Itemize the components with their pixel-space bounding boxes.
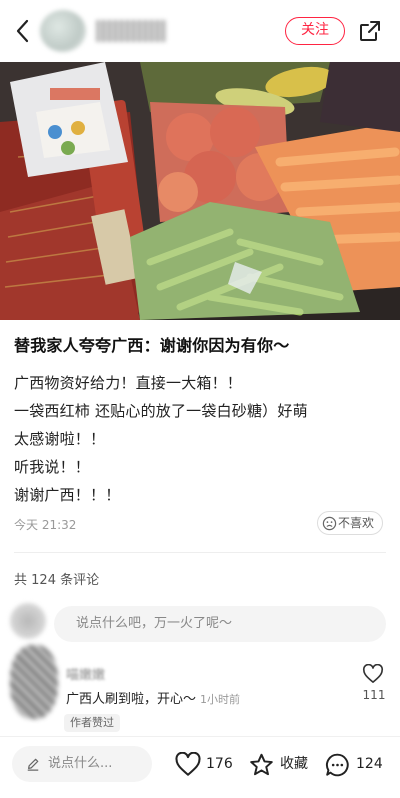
post-body-line: 广西物资好给力！直接一大箱！！ (14, 374, 243, 392)
comments-button[interactable]: 124 (324, 751, 388, 777)
collect-button[interactable]: 收藏 (248, 751, 312, 777)
post-title: 替我家人夸夸广西：谢谢你因为有你～ (14, 336, 290, 355)
heart-icon (175, 752, 201, 776)
commenter-name[interactable]: 喵嫩嫩 (66, 664, 105, 683)
pencil-icon (27, 758, 39, 771)
my-avatar (10, 603, 46, 639)
dislike-button[interactable]: 不喜欢 (317, 511, 383, 535)
comment-like-count: 111 (362, 688, 386, 702)
follow-button[interactable]: 关注 (285, 17, 345, 45)
post-time: 今天 21:32 (14, 518, 77, 532)
frown-face-icon (322, 516, 337, 531)
comment-count-prefix: 共 (14, 573, 28, 588)
post-body-line: 听我说！！ (14, 458, 91, 476)
bottom-action-bar: 说点什么... 176 收藏 124 (0, 736, 400, 798)
comment-count: 共 124 条评论 (14, 569, 99, 588)
bottom-comment-input[interactable]: 说点什么... (12, 746, 152, 782)
author-avatar[interactable] (40, 10, 86, 52)
bottom-input-placeholder: 说点什么... (48, 756, 113, 771)
back-button[interactable] (12, 16, 34, 46)
post-body-line: 谢谢广西！！！ (14, 486, 121, 504)
share-button[interactable] (358, 19, 382, 43)
comment-count-bottom: 124 (356, 756, 383, 772)
post-photo[interactable] (0, 62, 400, 320)
comment-count-suffix: 条评论 (60, 573, 100, 588)
post-body-line: 一袋西红柿 还贴心的放了一袋白砂糖）好萌 (14, 402, 308, 420)
comment-count-number: 124 (31, 573, 56, 588)
comment-body: 广西人刷到啦，开心～ (66, 692, 197, 707)
comment-time: 1小时前 (200, 693, 241, 706)
dislike-label: 不喜欢 (338, 516, 375, 530)
post-body-line: 太感谢啦！！ (14, 430, 106, 448)
comment-text: 广西人刷到啦，开心～ 1小时前 (66, 688, 240, 707)
produce-photo-illustration (0, 62, 400, 320)
comment-input[interactable]: 说点什么吧，万一火了呢～ (54, 606, 386, 642)
divider (14, 552, 386, 553)
collect-label: 收藏 (280, 756, 308, 772)
commenter-avatar[interactable] (10, 645, 58, 719)
heart-icon (362, 663, 384, 683)
comment-bubble-icon (326, 753, 349, 777)
chevron-left-icon (16, 19, 29, 43)
comment-like-button[interactable] (362, 663, 384, 684)
top-bar: 关注 (0, 0, 400, 62)
share-icon (360, 21, 380, 41)
like-count: 176 (206, 756, 233, 772)
author-name[interactable] (96, 20, 166, 42)
like-button[interactable]: 176 (174, 751, 234, 777)
star-icon (250, 753, 273, 776)
author-liked-badge: 作者赞过 (64, 714, 120, 732)
